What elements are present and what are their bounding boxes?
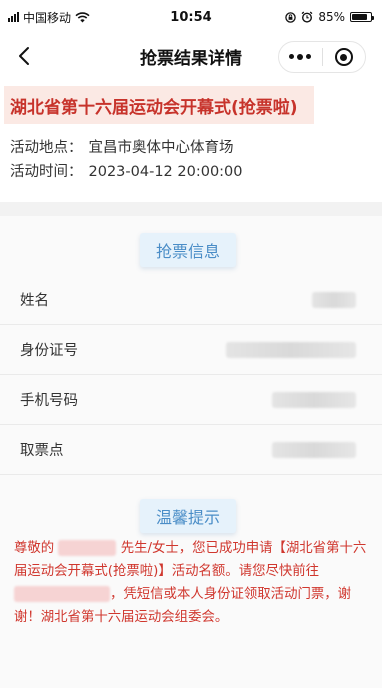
venue-label: 活动地点： (10, 140, 83, 156)
alarm-icon (301, 11, 313, 23)
event-title: 湖北省第十六届运动会开幕式(抢票啦) (4, 86, 314, 124)
notice-heading: 温馨提示 (140, 499, 236, 533)
status-left: 中国移动 (8, 9, 90, 26)
id-number-label: 身份证号 (20, 343, 78, 359)
time-value: 2023-04-12 20:00:00 (88, 164, 243, 180)
info-row-pickup: 取票点 (0, 425, 382, 475)
info-row-name: 姓名 (0, 275, 382, 325)
nav-bar: 抢票结果详情 (0, 34, 382, 78)
back-arrow-icon (19, 47, 29, 65)
notice-part-1: 尊敬的 (14, 541, 55, 556)
status-bar: 中国移动 10:54 85% (0, 0, 382, 34)
event-header: 湖北省第十六届运动会开幕式(抢票啦) (0, 82, 382, 126)
signal-icon (8, 12, 19, 22)
time-label: 活动时间： (10, 164, 83, 180)
notice-name-redacted (58, 540, 117, 556)
close-target-icon (334, 48, 353, 66)
lock-rotation-icon (285, 11, 297, 23)
home-indicator (0, 682, 382, 688)
phone-value-redacted (272, 391, 356, 408)
page-title: 抢票结果详情 (140, 48, 242, 69)
pickup-point-label: 取票点 (20, 443, 64, 459)
pickup-point-value-redacted (272, 441, 356, 458)
mini-program-capsule (278, 41, 366, 73)
status-right: 85% (285, 10, 374, 24)
wifi-icon (75, 11, 90, 22)
notice-text: 尊敬的 先生/女士，您已成功申请【湖北省第十六届运动会开幕式(抢票啦)】活动名额… (14, 537, 370, 629)
name-value-redacted (312, 291, 356, 308)
battery-icon (350, 12, 374, 22)
close-button[interactable] (323, 42, 366, 72)
id-number-value-redacted (226, 341, 356, 358)
event-time: 活动时间： 2023-04-12 20:00:00 (10, 160, 243, 181)
more-dots-icon (289, 54, 312, 60)
venue-value: 宜昌市奥体中心体育场 (88, 140, 234, 156)
notice-pickup-redacted (14, 586, 110, 602)
section-divider (0, 202, 382, 216)
carrier-name: 中国移动 (23, 10, 72, 25)
back-button[interactable] (10, 42, 38, 70)
more-button[interactable] (279, 42, 322, 72)
name-label: 姓名 (20, 293, 49, 309)
event-venue: 活动地点： 宜昌市奥体中心体育场 (10, 136, 234, 157)
info-row-phone: 手机号码 (0, 375, 382, 425)
battery-percent: 85% (318, 10, 345, 24)
phone-label: 手机号码 (20, 393, 78, 409)
info-row-id: 身份证号 (0, 325, 382, 375)
ticket-info-heading: 抢票信息 (140, 233, 236, 267)
